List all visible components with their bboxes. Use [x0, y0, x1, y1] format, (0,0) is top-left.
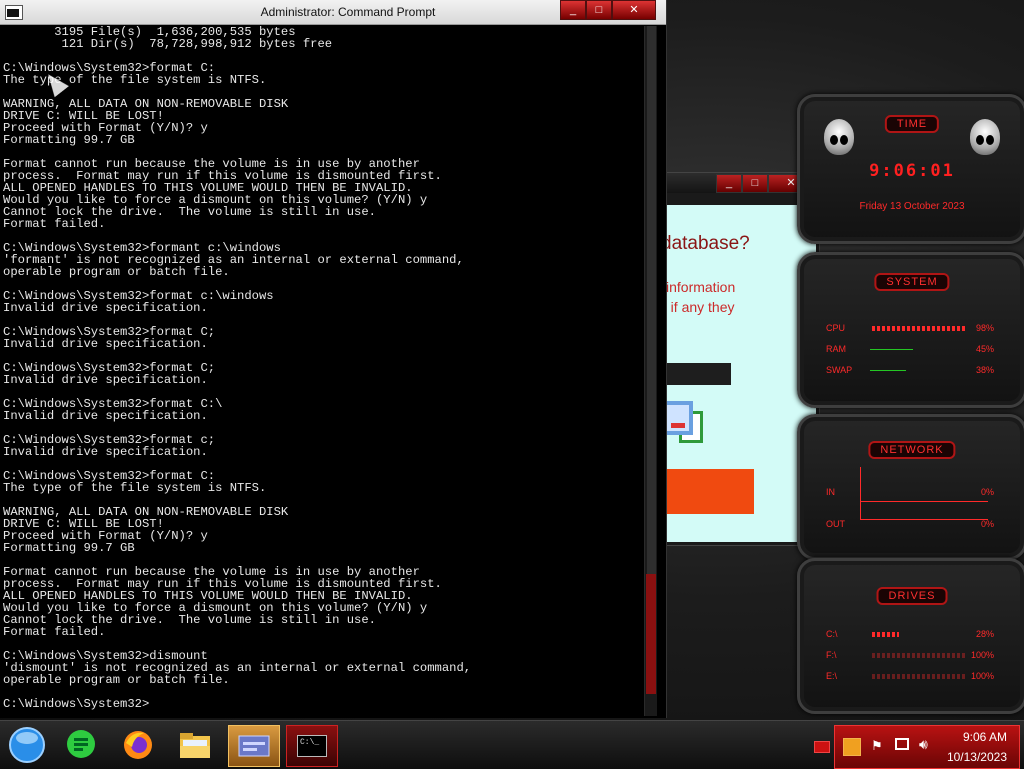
start-button[interactable]: [2, 725, 52, 765]
show-hidden-icons-icon[interactable]: [814, 741, 830, 753]
tray-clock-date[interactable]: 10/13/2023: [947, 750, 1007, 764]
close-button[interactable]: ✕: [612, 0, 656, 20]
network-gadget: NETWORK IN 0% OUT 0%: [797, 414, 1024, 560]
drive-c-row: C:\ 28%: [826, 629, 994, 639]
drive-f-row: F:\ 100%: [826, 650, 994, 660]
minimize-button[interactable]: _: [560, 0, 586, 20]
background-window[interactable]: _ □ ✕ database? information e if any the…: [655, 172, 820, 546]
cpu-row: CPU 98%: [826, 323, 994, 333]
tray-app-icon[interactable]: [843, 738, 861, 756]
cmd-taskbar-icon: C:\_: [297, 735, 327, 757]
alien-head-icon: [824, 119, 854, 155]
drive-e-row: E:\ 100%: [826, 671, 994, 681]
tray-clock-time[interactable]: 9:06 AM: [963, 730, 1007, 744]
swap-graph-line: [870, 370, 906, 371]
start-orb-icon: [9, 727, 45, 763]
time-gadget: TIME 9:06:01 Friday 13 October 2023: [797, 94, 1024, 244]
drive-f-bar: [872, 653, 967, 658]
gadget-date: Friday 13 October 2023: [859, 201, 965, 212]
window-card-icon: [238, 735, 270, 757]
command-prompt-window[interactable]: Administrator: Command Prompt _ □ ✕ 3195…: [0, 0, 667, 718]
flag-icon[interactable]: ⚑: [871, 738, 883, 754]
cpu-bar: [872, 326, 965, 331]
bg-action-button[interactable]: [659, 469, 754, 514]
taskbar: C:\_ ⚑ 🔊︎ 9:06 AM 10/13/2023: [0, 720, 1024, 769]
folder-icon: [180, 733, 210, 758]
terminal-output[interactable]: 3195 File(s) 1,636,200,535 bytes 121 Dir…: [3, 26, 643, 716]
scrollbar-thumb[interactable]: [646, 574, 656, 694]
swap-row: SWAP 38%: [826, 365, 994, 375]
background-window-titlebar[interactable]: _ □ ✕: [656, 173, 819, 193]
network-out-label: OUT: [826, 519, 845, 529]
taskbar-firefox[interactable]: [113, 725, 163, 765]
network-out-value: 0%: [980, 519, 994, 529]
gadget-clock: 9:06:01: [869, 161, 955, 181]
network-in-label: IN: [826, 487, 835, 497]
drives-gadget: DRIVES C:\ 28% F:\ 100% E:\ 100%: [797, 558, 1024, 714]
alien-head-icon: [970, 119, 1000, 155]
document-icon: [663, 401, 703, 443]
taskbar-command-prompt[interactable]: C:\_: [286, 725, 338, 767]
system-tray[interactable]: ⚑ 🔊︎ 9:06 AM 10/13/2023: [834, 725, 1020, 769]
taskbar-file-explorer[interactable]: [170, 725, 220, 765]
taskbar-messages-app[interactable]: [56, 725, 106, 765]
network-out-graph: [860, 493, 988, 520]
network-icon[interactable]: [895, 738, 909, 750]
drive-c-bar: [872, 632, 899, 637]
network-gadget-label: NETWORK: [868, 441, 956, 459]
taskbar-remote-app[interactable]: [228, 725, 280, 767]
cmd-scrollbar[interactable]: [644, 26, 657, 716]
bg-heading: database?: [661, 233, 750, 254]
drives-gadget-label: DRIVES: [876, 587, 948, 605]
system-gadget: SYSTEM CPU 98% RAM 45% SWAP 38%: [797, 252, 1024, 408]
ram-row: RAM 45%: [826, 344, 994, 354]
bg-minimize-button[interactable]: _: [716, 174, 742, 193]
firefox-icon: [124, 731, 152, 759]
system-gadget-label: SYSTEM: [874, 273, 950, 291]
ram-graph-line: [870, 349, 913, 350]
time-gadget-label: TIME: [884, 115, 940, 133]
maximize-button[interactable]: □: [586, 0, 612, 20]
bg-text-line-2: e if any they: [659, 299, 735, 315]
volume-icon[interactable]: 🔊︎: [919, 736, 928, 753]
bg-maximize-button[interactable]: □: [742, 174, 768, 193]
chat-bubble-icon: [67, 730, 95, 758]
background-window-content: database? information e if any they: [659, 205, 816, 542]
cmd-titlebar[interactable]: Administrator: Command Prompt _ □ ✕: [0, 0, 666, 25]
bg-input-field[interactable]: [659, 363, 731, 385]
drive-e-bar: [872, 674, 967, 679]
bg-text-line-1: information: [666, 279, 736, 295]
